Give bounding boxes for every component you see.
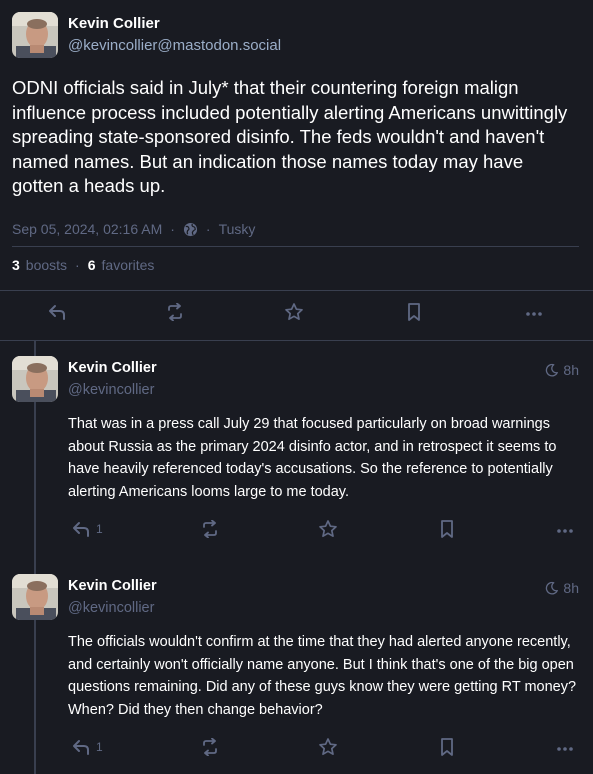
bookmark-button[interactable] [434,736,460,758]
favorites-link[interactable]: favorites [102,257,155,273]
timestamp[interactable]: Sep 05, 2024, 02:16 AM [12,221,162,237]
reply-icon [73,740,89,755]
separator: · [170,221,175,237]
favorite-button[interactable] [281,301,307,323]
more-button[interactable] [552,520,578,542]
boost-button[interactable] [162,301,188,323]
separator: · [75,257,80,273]
boosts-link[interactable]: boosts [26,257,67,273]
avatar[interactable] [12,356,58,402]
account-handle[interactable]: @kevincollier [68,600,154,616]
moon-icon [546,581,559,595]
reply-button[interactable] [68,518,94,540]
reply-count: 1 [96,522,103,536]
star-icon [319,520,337,538]
star-icon [319,738,337,756]
favorite-button[interactable] [315,736,341,758]
application-name[interactable]: Tusky [219,221,256,237]
more-button[interactable] [552,738,578,760]
boost-button[interactable] [197,736,223,758]
account-handle[interactable]: @kevincollier [68,382,154,398]
reply-count: 1 [96,740,103,754]
star-icon [285,303,303,321]
more-icon [526,312,542,316]
avatar[interactable] [12,12,58,58]
boost-icon [203,738,217,756]
favorite-button[interactable] [315,518,341,540]
reply-icon [49,305,65,320]
status-counts: 3 boosts · 6 favorites [12,256,154,274]
divider [12,246,579,247]
avatar[interactable] [12,574,58,620]
account-handle[interactable]: @kevincollier@mastodon.social [68,37,281,54]
bookmark-icon [441,738,453,756]
status-content: ODNI officials said in July* that their … [12,77,568,196]
favorites-count: 6 [87,257,96,273]
display-name[interactable]: Kevin Collier [68,578,157,594]
boost-icon [168,303,182,321]
more-button[interactable] [521,303,547,325]
relative-time[interactable]: 8h [545,362,579,378]
separator: · [205,221,211,237]
boost-icon [203,520,217,538]
thread-view: Kevin Collier @kevincollier@mastodon.soc… [0,0,593,774]
bookmark-button[interactable] [434,518,460,540]
display-name[interactable]: Kevin Collier [68,360,157,376]
avatar-image [12,574,58,620]
status-meta: Sep 05, 2024, 02:16 AM · · Tusky [12,220,255,238]
bookmark-button[interactable] [401,301,427,323]
bookmark-icon [441,520,453,538]
relative-time[interactable]: 8h [545,580,579,596]
status-content: That was in a press call July 29 that fo… [68,416,557,500]
moon-icon [546,363,559,377]
avatar-image [12,12,58,58]
time-label: 8h [563,362,579,378]
globe-icon [183,222,198,237]
status-content: The officials wouldn't confirm at the ti… [68,634,577,718]
bookmark-icon [408,303,420,321]
reply-button[interactable] [44,301,70,323]
reply-icon [73,522,89,537]
boost-button[interactable] [197,518,223,540]
thread-line [34,340,36,774]
main-status: Kevin Collier @kevincollier@mastodon.soc… [0,0,593,341]
avatar-image [12,356,58,402]
display-name[interactable]: Kevin Collier [68,15,160,32]
divider [0,290,593,291]
time-label: 8h [563,580,579,596]
reply-button[interactable] [68,736,94,758]
more-icon [557,529,573,533]
more-icon [557,747,573,751]
boosts-count: 3 [12,257,20,273]
